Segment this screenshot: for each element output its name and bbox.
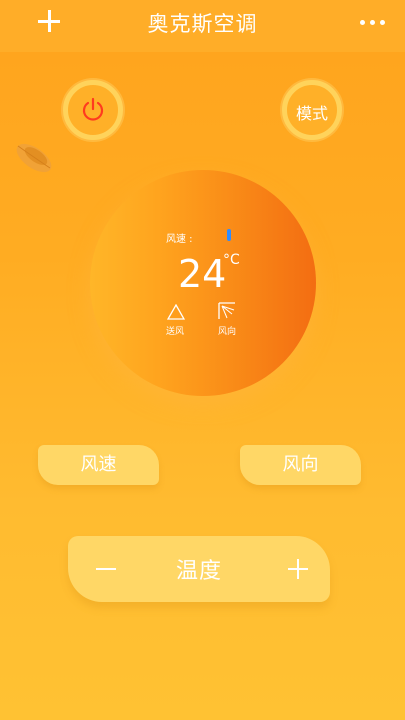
plus-icon[interactable] (286, 556, 312, 582)
more-dots-icon[interactable] (360, 16, 390, 28)
wind-speed-button[interactable]: 风速 (38, 445, 159, 485)
wind-direction-button[interactable]: 风向 (240, 445, 361, 485)
temperature-value: 24 (178, 252, 227, 296)
power-icon (82, 97, 104, 121)
wind-level-indicator (227, 229, 231, 241)
temperature-control: 温度 (68, 536, 330, 602)
mode-button-label: 模式 (295, 104, 328, 123)
wind-speed-readout-label: 风速 : (166, 234, 193, 245)
header-bar: 奥克斯空调 (0, 0, 405, 52)
leaf-decoration-icon (16, 143, 52, 173)
power-button[interactable] (63, 80, 123, 140)
temperature-unit: °C (223, 252, 240, 268)
fan-direction-icon (218, 302, 235, 319)
mode-button[interactable]: 模式 (282, 80, 342, 140)
wind-direction-readout-label: 风向 (218, 327, 237, 337)
triangle-icon (167, 304, 185, 320)
current-mode-label: 送风 (166, 327, 185, 337)
page-title: 奥克斯空调 (147, 12, 258, 36)
